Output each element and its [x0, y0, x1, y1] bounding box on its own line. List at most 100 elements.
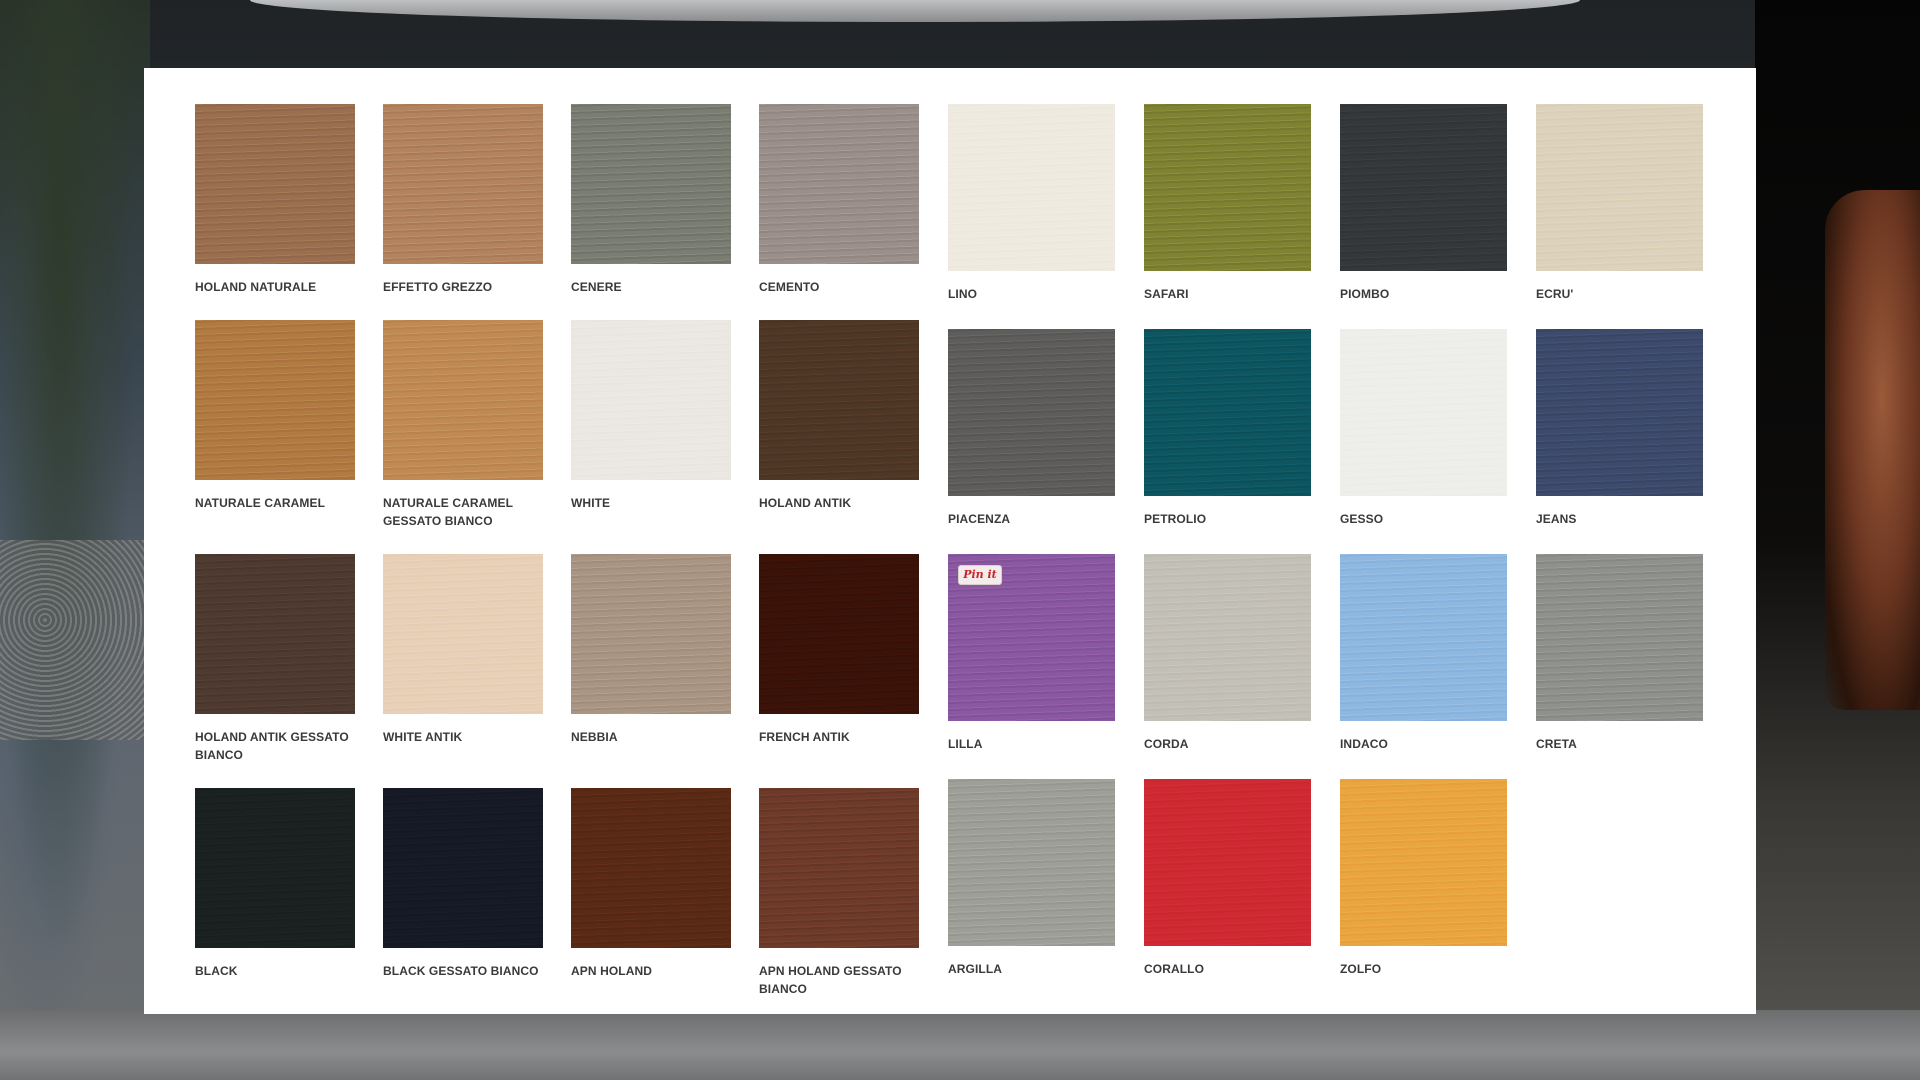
wood-finishes-group: HOLAND NATURALE EFFETTO GREZZO CENERE CEMEN…: [195, 104, 935, 998]
swatch-color-chip[interactable]: Pin it: [948, 554, 1115, 721]
swatch-color-chip[interactable]: [1340, 104, 1507, 271]
swatch-item[interactable]: ARGILLA: [948, 779, 1115, 984]
swatch-item[interactable]: HOLAND ANTIK: [759, 320, 919, 554]
swatch-item[interactable]: CENERE: [571, 104, 731, 320]
swatch-color-chip[interactable]: [383, 320, 543, 480]
swatch-item[interactable]: CORDA: [1144, 554, 1311, 779]
swatch-item[interactable]: PETROLIO: [1144, 329, 1311, 554]
swatch-label: CORALLO: [1144, 962, 1205, 976]
swatch-label: PIOMBO: [1340, 287, 1390, 301]
swatch-item[interactable]: NATURALE CARAMEL: [195, 320, 355, 554]
swatch-color-chip[interactable]: [1144, 329, 1311, 496]
swatch-color-chip[interactable]: [571, 554, 731, 714]
swatch-label: HOLAND ANTIK GESSATO BIANCO: [195, 730, 349, 762]
swatch-label: INDACO: [1340, 737, 1388, 751]
swatch-item[interactable]: CORALLO: [1144, 779, 1311, 984]
swatch-color-chip[interactable]: [948, 779, 1115, 946]
swatch-color-chip[interactable]: [571, 320, 731, 480]
swatch-label: CEMENTO: [759, 280, 820, 294]
swatch-color-chip[interactable]: [1144, 779, 1311, 946]
swatch-color-chip[interactable]: [1536, 554, 1703, 721]
swatch-item[interactable]: CEMENTO: [759, 104, 919, 320]
swatch-label: WHITE ANTIK: [383, 730, 463, 744]
swatch-color-chip[interactable]: [759, 554, 919, 714]
swatch-item[interactable]: NEBBIA: [571, 554, 731, 788]
swatch-item[interactable]: BLACK: [195, 788, 355, 998]
swatch-item[interactable]: HOLAND NATURALE: [195, 104, 355, 320]
swatch-color-chip[interactable]: [195, 320, 355, 480]
swatch-item[interactable]: ZOLFO: [1340, 779, 1507, 984]
swatch-item[interactable]: WHITE: [571, 320, 731, 554]
swatch-label: ARGILLA: [948, 962, 1003, 976]
swatch-color-chip[interactable]: [759, 320, 919, 480]
swatch-label: APN HOLAND GESSATO BIANCO: [759, 964, 902, 996]
swatch-color-chip[interactable]: [759, 104, 919, 264]
swatch-item[interactable]: SAFARI: [1144, 104, 1311, 329]
swatch-color-chip[interactable]: [571, 788, 731, 948]
swatch-color-chip[interactable]: [948, 329, 1115, 496]
swatch-label: CRETA: [1536, 737, 1577, 751]
swatch-item[interactable]: APN HOLAND: [571, 788, 731, 998]
swatch-label: LILLA: [948, 737, 983, 751]
swatch-color-chip[interactable]: [759, 788, 919, 948]
lacquer-finishes-grid: LINO SAFARI PIOMBO ECRU' PIACENZA PETROLIO GES…: [948, 104, 1716, 984]
swatch-color-chip[interactable]: [1340, 329, 1507, 496]
swatch-item[interactable]: CRETA: [1536, 554, 1703, 779]
swatch-color-chip[interactable]: [1536, 329, 1703, 496]
background-statue: [1825, 190, 1920, 710]
swatch-color-chip[interactable]: [1144, 554, 1311, 721]
swatch-label: APN HOLAND: [571, 964, 652, 978]
swatch-item[interactable]: GESSO: [1340, 329, 1507, 554]
wood-finishes-grid: HOLAND NATURALE EFFETTO GREZZO CENERE CEMEN…: [195, 104, 935, 998]
swatch-label: FRENCH ANTIK: [759, 730, 850, 744]
swatch-color-chip[interactable]: [1340, 554, 1507, 721]
color-catalog-panel: HOLAND NATURALE EFFETTO GREZZO CENERE CEMEN…: [144, 68, 1756, 1014]
swatch-item[interactable]: ECRU': [1536, 104, 1703, 329]
swatch-label: GESSO: [1340, 512, 1384, 526]
swatch-label: EFFETTO GREZZO: [383, 280, 493, 294]
swatch-item[interactable]: INDACO: [1340, 554, 1507, 779]
background-floor: [0, 1010, 1920, 1080]
swatch-color-chip[interactable]: [195, 554, 355, 714]
swatch-color-chip[interactable]: [383, 554, 543, 714]
swatch-label: CENERE: [571, 280, 622, 294]
swatch-color-chip[interactable]: [571, 104, 731, 264]
swatch-label: NATURALE CARAMEL: [195, 496, 326, 510]
swatch-label: HOLAND NATURALE: [195, 280, 317, 294]
swatch-color-chip[interactable]: [948, 104, 1115, 271]
swatch-color-chip[interactable]: [195, 788, 355, 948]
swatch-label: NATURALE CARAMEL GESSATO BIANCO: [383, 496, 513, 528]
swatch-color-chip[interactable]: [1340, 779, 1507, 946]
swatch-label: HOLAND ANTIK: [759, 496, 852, 510]
swatch-item[interactable]: JEANS: [1536, 329, 1703, 554]
background-canopy: [250, 0, 1580, 22]
swatch-label: ECRU': [1536, 287, 1574, 301]
swatch-item[interactable]: EFFETTO GREZZO: [383, 104, 543, 320]
swatch-label: JEANS: [1536, 512, 1577, 526]
swatch-label: LINO: [948, 287, 978, 301]
swatch-item[interactable]: PIACENZA: [948, 329, 1115, 554]
swatch-label: ZOLFO: [1340, 962, 1382, 976]
swatch-color-chip[interactable]: [195, 104, 355, 264]
swatch-item[interactable]: PIOMBO: [1340, 104, 1507, 329]
swatch-item[interactable]: NATURALE CARAMEL GESSATO BIANCO: [383, 320, 543, 554]
background-gravel: [0, 540, 150, 740]
swatch-label: PIACENZA: [948, 512, 1011, 526]
swatch-color-chip[interactable]: [383, 788, 543, 948]
swatch-label: CORDA: [1144, 737, 1189, 751]
swatch-item[interactable]: BLACK GESSATO BIANCO: [383, 788, 543, 998]
swatch-color-chip[interactable]: [383, 104, 543, 264]
swatch-item[interactable]: FRENCH ANTIK: [759, 554, 919, 788]
swatch-item[interactable]: Pin it LILLA: [948, 554, 1115, 779]
swatch-label: BLACK: [195, 964, 238, 978]
swatch-item[interactable]: LINO: [948, 104, 1115, 329]
pinterest-pin-button[interactable]: Pin it: [958, 565, 1002, 585]
lacquer-finishes-group: LINO SAFARI PIOMBO ECRU' PIACENZA PETROLIO GES…: [948, 104, 1716, 984]
swatch-label: SAFARI: [1144, 287, 1189, 301]
swatch-color-chip[interactable]: [1536, 104, 1703, 271]
swatch-item[interactable]: APN HOLAND GESSATO BIANCO: [759, 788, 919, 998]
swatch-color-chip[interactable]: [1144, 104, 1311, 271]
swatch-item[interactable]: WHITE ANTIK: [383, 554, 543, 788]
swatch-item[interactable]: HOLAND ANTIK GESSATO BIANCO: [195, 554, 355, 788]
swatch-label: NEBBIA: [571, 730, 618, 744]
